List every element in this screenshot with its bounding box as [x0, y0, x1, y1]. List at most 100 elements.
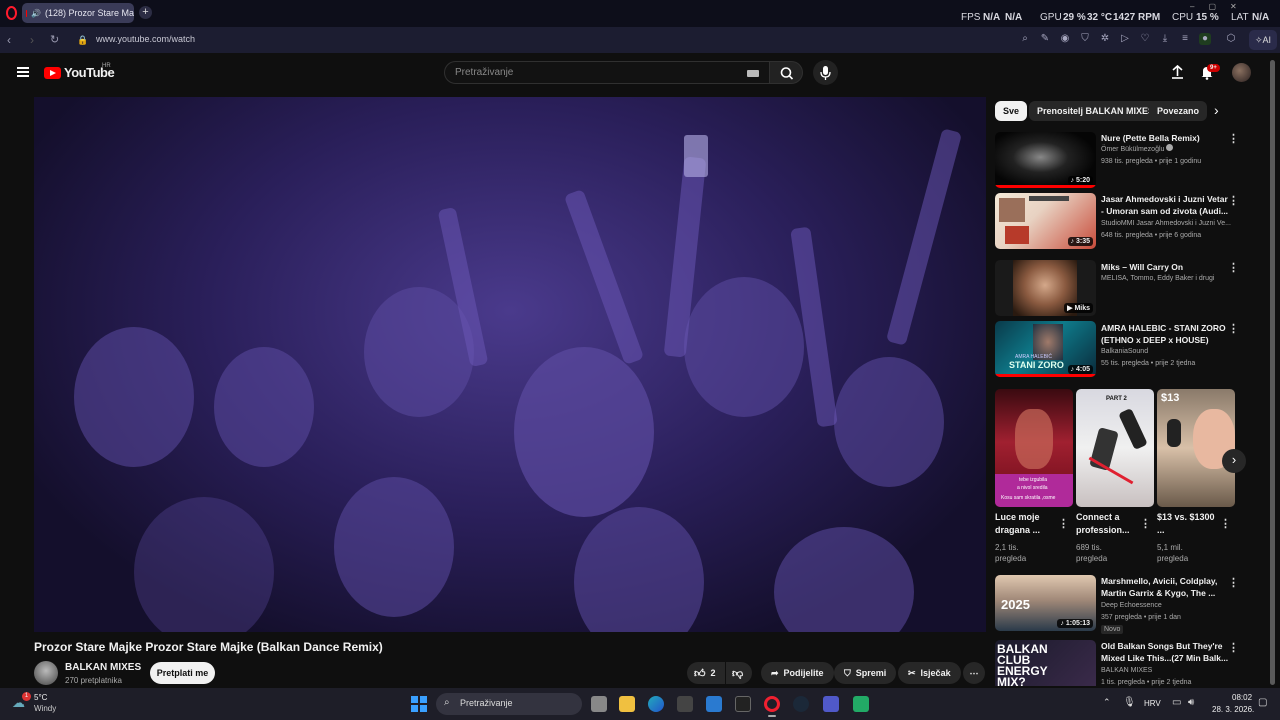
play-icon[interactable]: ▷	[1119, 33, 1131, 45]
back-icon[interactable]: ‹	[7, 33, 11, 47]
subscribe-button[interactable]: Pretplati me	[150, 662, 215, 684]
mail-icon[interactable]	[706, 696, 722, 712]
dislike-button[interactable]: 👎︎	[726, 662, 752, 684]
taskbar-search-box[interactable]: ⌕ Pretraživanje	[436, 693, 582, 715]
extension-icon[interactable]: ✲	[1099, 33, 1111, 45]
video-title-link[interactable]: Marshmello, Avicii, Coldplay, Martin Gar…	[1101, 575, 1229, 599]
more-options-icon[interactable]: ⋮	[1228, 261, 1239, 274]
video-title-link[interactable]: Old Balkan Songs But They're Mixed Like …	[1101, 640, 1229, 664]
chip-all[interactable]: Sve	[995, 101, 1028, 121]
video-channel[interactable]: Deep Echoessence	[1101, 600, 1233, 612]
video-thumbnail[interactable]: ♪ 3:35	[995, 193, 1096, 249]
cpu-percent: 15 %	[1196, 12, 1219, 23]
user-avatar[interactable]	[1232, 63, 1251, 82]
search-button[interactable]	[769, 61, 803, 84]
store-icon[interactable]	[677, 696, 693, 712]
task-view-icon[interactable]	[591, 696, 607, 712]
chips-next-icon[interactable]: ›	[1214, 102, 1219, 118]
page-scrollbar[interactable]	[1270, 60, 1275, 685]
clip-button[interactable]: ✂ Isječak	[898, 662, 961, 684]
more-actions-button[interactable]: ⋯	[963, 662, 985, 684]
short-title[interactable]: $13 vs. $1300 ...	[1157, 511, 1217, 537]
video-thumbnail[interactable]: BALKAN CLUB ENERGY MIX?	[995, 640, 1096, 686]
voice-search-button[interactable]	[813, 60, 838, 85]
new-tab-button[interactable]: +	[139, 6, 152, 19]
video-thumbnail[interactable]: ♪ 5:20	[995, 132, 1096, 188]
display-tray-icon[interactable]: ▭	[1172, 697, 1181, 708]
channel-avatar[interactable]	[34, 661, 58, 685]
chip-from-channel[interactable]: Prenositelj BALKAN MIXES	[1029, 101, 1163, 121]
hamburger-menu-icon[interactable]	[17, 67, 29, 77]
more-options-icon[interactable]: ⋮	[1228, 132, 1239, 145]
tray-overflow-icon[interactable]: ⌃	[1103, 697, 1111, 708]
edge-icon[interactable]	[648, 696, 664, 712]
camera-icon[interactable]: ◉	[1059, 33, 1071, 45]
forward-icon[interactable]: ›	[30, 33, 34, 47]
channel-name[interactable]: BALKAN MIXES	[65, 662, 141, 673]
opera-logo-icon[interactable]	[6, 6, 17, 20]
video-thumbnail[interactable]: 2025 ♪ 1:05:13	[995, 575, 1096, 631]
more-options-icon[interactable]: ⋮	[1058, 517, 1069, 530]
notification-center-icon[interactable]: ▢	[1258, 697, 1267, 708]
clock-date[interactable]: 28. 3. 2026.	[1212, 705, 1254, 714]
file-explorer-icon[interactable]	[619, 696, 635, 712]
ai-button[interactable]: ✧AI	[1249, 30, 1277, 50]
upload-icon[interactable]	[1170, 64, 1185, 80]
more-options-icon[interactable]: ⋮	[1140, 517, 1151, 530]
more-options-icon[interactable]: ⋮	[1228, 322, 1239, 335]
clock-time[interactable]: 08:02	[1232, 693, 1252, 702]
epic-games-icon[interactable]	[735, 696, 751, 712]
short-title[interactable]: Connect a profession...	[1076, 511, 1136, 537]
speaker-icon[interactable]: 🔊	[31, 9, 41, 18]
android-app-icon[interactable]	[853, 696, 869, 712]
keyboard-icon[interactable]	[747, 70, 759, 77]
microphone-tray-icon[interactable]: 🎙︎	[1123, 697, 1136, 708]
windows-start-icon[interactable]	[411, 696, 427, 712]
edit-icon[interactable]: ✎	[1039, 33, 1051, 45]
mix-thumbnail[interactable]: ▶ Miks	[995, 260, 1096, 316]
mix-title-link[interactable]: Miks – Will Carry On	[1101, 261, 1229, 273]
steam-icon[interactable]	[793, 696, 809, 712]
menu-icon[interactable]: ≡	[1179, 33, 1191, 45]
share-button[interactable]: ➦ Podijelite	[761, 662, 834, 684]
more-options-icon[interactable]: ⋮	[1220, 517, 1231, 530]
download-icon[interactable]: ⤓	[1159, 33, 1171, 45]
video-title-link[interactable]: AMRA HALEBIC - STANI ZORO (ETHNO x DEEP …	[1101, 322, 1229, 346]
shorts-next-button[interactable]: ›	[1222, 449, 1246, 473]
video-title-link[interactable]: Jasar Ahmedovski i Juzni Vetar - Umoran …	[1101, 193, 1229, 217]
video-channel[interactable]: Ömer Bükülmezoğlu	[1101, 144, 1233, 156]
video-channel[interactable]: BALKAN MIXES	[1101, 665, 1233, 677]
search-icon[interactable]: ⌕	[1019, 33, 1031, 45]
url-field[interactable]: www.youtube.com/watch	[96, 34, 195, 44]
opera-gx-icon[interactable]	[764, 696, 780, 712]
volume-icon[interactable]: 🔊︎	[1188, 697, 1194, 708]
shield-icon[interactable]: ⛉	[1079, 33, 1091, 45]
short-thumbnail[interactable]: PART 2	[1076, 389, 1154, 507]
watch-progress-bar	[995, 185, 1096, 188]
heart-icon[interactable]: ♡	[1139, 33, 1151, 45]
video-channel[interactable]: BalkaniaSound	[1101, 346, 1233, 358]
vpn-icon[interactable]: ●	[1199, 33, 1211, 45]
save-button[interactable]: ⛉ Spremi	[834, 662, 897, 684]
reload-icon[interactable]: ↻	[50, 33, 59, 46]
video-player[interactable]	[34, 97, 986, 632]
short-thumbnail[interactable]: tebe izgubila a nivol sredila Kosu sam s…	[995, 389, 1073, 507]
video-title-link[interactable]: Nure (Pette Bella Remix)	[1101, 132, 1229, 144]
browser-tab[interactable]: 🔊 (128) Prozor Stare Ma	[22, 3, 134, 23]
video-thumbnail[interactable]: AMRA HALEBIĆ STANI ZORO ♪ 4:05	[995, 321, 1096, 377]
cube-icon[interactable]: ⬡	[1225, 33, 1237, 45]
video-channel[interactable]: StudioMMI Jasar Ahmedovski i Juzni Ve...	[1101, 218, 1233, 230]
more-options-icon[interactable]: ⋮	[1228, 576, 1239, 589]
more-options-icon[interactable]: ⋮	[1228, 641, 1239, 654]
weather-badge: 1	[22, 692, 31, 701]
weather-widget[interactable]: ☁ 1 5°C Windy	[12, 692, 72, 716]
more-options-icon[interactable]: ⋮	[1228, 194, 1239, 207]
search-input[interactable]: Pretraživanje	[444, 61, 770, 84]
short-thumbnail[interactable]: $13	[1157, 389, 1235, 507]
chip-related[interactable]: Povezano	[1149, 101, 1208, 121]
like-button[interactable]: 👍︎ 2	[687, 662, 725, 684]
teams-icon[interactable]	[823, 696, 839, 712]
language-indicator[interactable]: HRV	[1144, 699, 1161, 708]
short-title[interactable]: Luce moje dragana ...	[995, 511, 1055, 537]
notification-badge: 9+	[1207, 64, 1220, 72]
